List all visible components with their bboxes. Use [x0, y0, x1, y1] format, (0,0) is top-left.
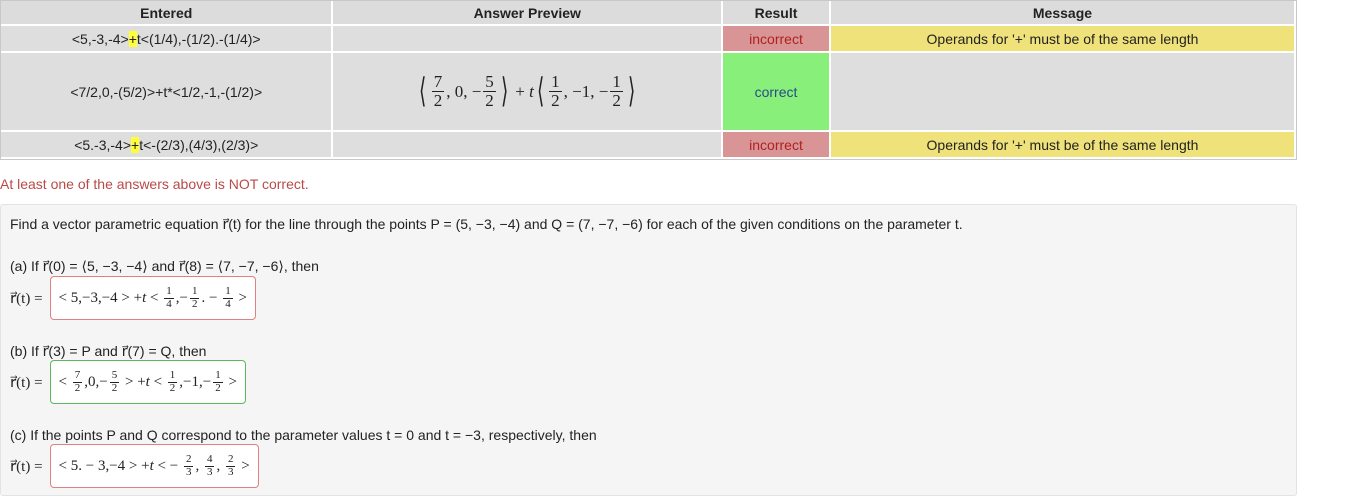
answer-preview-cell [333, 26, 724, 53]
status-message: At least one of the answers above is NOT… [0, 176, 309, 192]
answer-preview-cell: ⟨ 72, 0, − 52 ⟩ + t ⟨ 12, −1, − 12 ⟩ [333, 53, 724, 132]
header-message: Message [830, 1, 1296, 26]
part-a-answer-row: r⃗(t) = < 5,−3,−4 > + t < 1 4 ,− 1 2. − 14 > [10, 276, 256, 320]
table-row: <5,-3,-4>+t<(1/4),-(1/2).-(1/4)> incorre… [1, 26, 1296, 53]
entered-cell: <7/2,0,-(5/2)>+t*<1/2,-1,-(1/2)> [1, 53, 334, 132]
part-c-answer-row: r⃗(t) = < 5. − 3,−4 > + t < − 23, 43, 23 … [10, 444, 259, 488]
syntax-error-highlight: + [131, 136, 140, 153]
header-answer-preview: Answer Preview [333, 1, 724, 26]
message-cell: Operands for '+' must be of the same len… [830, 132, 1296, 159]
answer-preview-cell [333, 132, 724, 159]
message-cell: Operands for '+' must be of the same len… [830, 26, 1296, 53]
part-a-prompt: (a) If r⃗(0) = ⟨5, −3, −4⟩ and r⃗(8) = ⟨… [10, 258, 319, 274]
answer-field-a[interactable]: < 5,−3,−4 > + t < 1 4 ,− 1 2. − 14 > [49, 276, 256, 320]
result-badge: incorrect [723, 132, 831, 159]
table-row: <7/2,0,-(5/2)>+t*<1/2,-1,-(1/2)> ⟨ 72, 0… [1, 53, 1296, 132]
header-result: Result [723, 1, 831, 26]
answer-field-b[interactable]: < 7 2,0,− 5 2 > + t < 1 2 ,−1,− 1 2 > [49, 360, 246, 404]
math-preview: ⟨ 72, 0, − 52 ⟩ + t ⟨ 12, −1, − 12 ⟩ [419, 72, 636, 110]
result-badge: correct [723, 53, 831, 132]
part-c-prompt: (c) If the points P and Q correspond to … [10, 427, 597, 443]
answer-field-c[interactable]: < 5. − 3,−4 > + t < − 23, 43, 23 > [49, 444, 259, 488]
results-header-row: Entered Answer Preview Result Message [1, 1, 1296, 26]
problem-panel: Find a vector parametric equation r⃗(t) … [0, 204, 1297, 496]
entered-cell: <5,-3,-4>+t<(1/4),-(1/2).-(1/4)> [1, 26, 334, 53]
part-b-prompt: (b) If r⃗(3) = P and r⃗(7) = Q, then [10, 343, 207, 359]
part-b-answer-row: r⃗(t) = < 7 2,0,− 5 2 > + t < 1 2 ,−1,− 1 2 > [10, 360, 246, 404]
results-table: Entered Answer Preview Result Message <5… [0, 0, 1297, 160]
table-row: <5.-3,-4>+t<-(2/3),(4/3),(2/3)> incorrec… [1, 132, 1296, 159]
r-of-t-label: r⃗(t) = [10, 374, 43, 391]
header-entered: Entered [1, 1, 334, 26]
entered-cell: <5.-3,-4>+t<-(2/3),(4/3),(2/3)> [1, 132, 334, 159]
result-badge: incorrect [723, 26, 831, 53]
problem-statement: Find a vector parametric equation r⃗(t) … [10, 216, 963, 232]
r-of-t-label: r⃗(t) = [10, 458, 43, 475]
r-of-t-label: r⃗(t) = [10, 290, 43, 307]
syntax-error-highlight: + [128, 30, 137, 47]
message-cell [830, 53, 1296, 132]
